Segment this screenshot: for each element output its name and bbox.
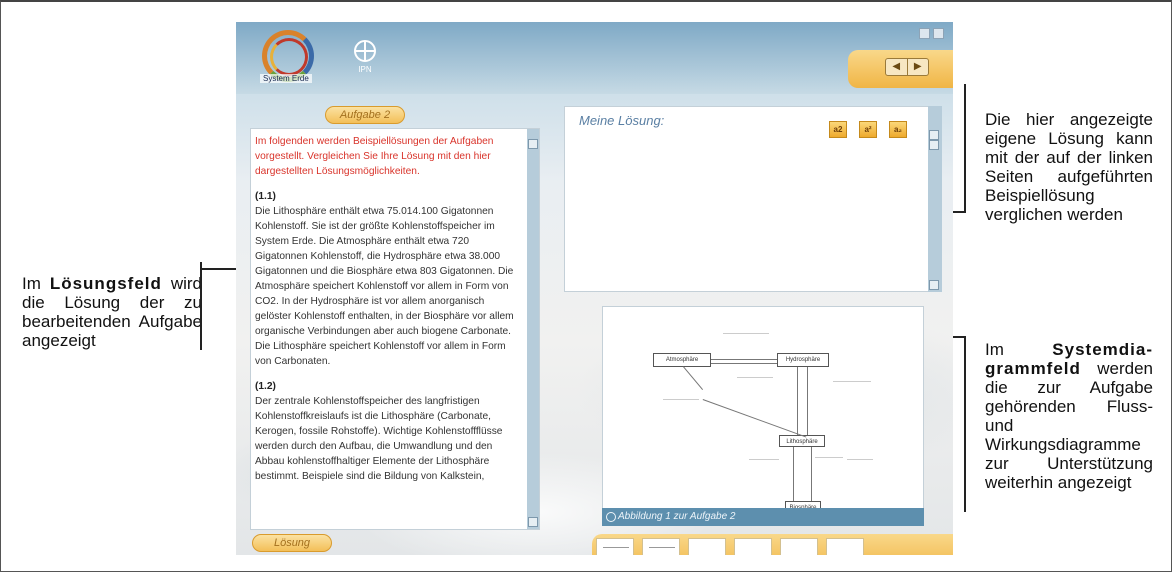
logo-ring-inner-icon <box>270 38 308 76</box>
next-arrow-icon[interactable]: ▶ <box>906 59 929 75</box>
close-button[interactable] <box>933 28 944 39</box>
minimize-button[interactable] <box>919 28 930 39</box>
system-erde-logo: System Erde <box>250 28 346 86</box>
scroll-up-button[interactable] <box>929 130 939 140</box>
diagram-box-lithosphere: Lithosphäre <box>779 435 825 447</box>
diagram-flow-line <box>702 399 807 438</box>
solution-scrollbar[interactable] <box>928 106 942 292</box>
diagram-thumbnail-empty[interactable] <box>826 538 864 555</box>
diagram-flow-label <box>749 459 779 481</box>
annotation-bracket <box>964 84 966 212</box>
system-diagram-field: Atmosphäre Hydrosphäre Lithosphäre Biosp… <box>602 306 924 526</box>
globe-icon <box>354 40 376 62</box>
diagram-flow-label <box>663 399 699 419</box>
diagram-flow-line <box>711 363 777 364</box>
solution-text-panel: Im folgenden werden Beispiellösungen der… <box>250 128 540 530</box>
solution-text: Im folgenden werden Beispiellösungen der… <box>251 129 539 484</box>
ipn-logo: IPN <box>352 40 378 80</box>
scroll-down-button[interactable] <box>528 517 538 527</box>
diagram-box-hydrosphere: Hydrosphäre <box>777 353 829 367</box>
section-text: Die Lithosphäre enthält etwa 75.014.100 … <box>255 206 514 367</box>
text-scrollbar[interactable] <box>527 129 539 529</box>
solution-title: Meine Lösung: <box>579 113 665 128</box>
logo-text: System Erde <box>260 74 312 83</box>
annotation-bracket <box>964 336 966 512</box>
superscript-button[interactable]: a² <box>859 121 877 138</box>
annotation-text: werden die zur Aufgabe gehörenden Fluss-… <box>985 359 1153 492</box>
diagram-flow-line <box>811 447 812 501</box>
subscript-button[interactable]: a₂ <box>889 121 907 138</box>
annotation-compare: Die hier angezeigte eigene Lösung kann m… <box>985 110 1153 224</box>
prev-arrow-icon[interactable]: ◀ <box>886 59 907 75</box>
annotation-bold: Lösungsfeld <box>49 274 162 293</box>
diagram-flow-label <box>815 457 843 481</box>
diagram-flow-label <box>833 381 871 395</box>
diagram-thumbnail-empty[interactable] <box>734 538 772 555</box>
section-heading: (1.2) <box>255 381 276 392</box>
diagram-flow-label <box>737 377 773 393</box>
scroll-down-button[interactable] <box>929 280 939 290</box>
annotation-text: Im <box>22 274 50 293</box>
annotation-bracket <box>200 262 202 350</box>
diagram-flow-line <box>797 367 798 435</box>
section-text: Der zentrale Kohlenstoffspeicher des lan… <box>255 396 503 482</box>
diagram-caption: Abbildung 1 zur Aufgabe 2 <box>602 508 924 526</box>
tab-aufgabe[interactable]: Aufgabe 2 <box>325 106 405 124</box>
section-heading: (1.1) <box>255 191 276 202</box>
normal-format-button[interactable]: a2 <box>829 121 847 138</box>
annotation-solution-field: Im Lösungsfeld wird die Lösung der zu be… <box>22 274 202 350</box>
annotation-text: Im <box>985 340 1053 359</box>
diagram-flow-label <box>847 459 873 479</box>
page-navigation: ◀ ▶ <box>885 58 929 76</box>
intro-text: Im folgenden werden Beispiellösungen der… <box>255 136 494 177</box>
diagram-flow-line <box>807 367 808 435</box>
diagram-box-atmosphere: Atmosphäre <box>653 353 711 367</box>
annotation-system-diagram: Im Systemdia-grammfeld werden die zur Au… <box>985 340 1153 492</box>
thumbnail-preview <box>603 547 629 555</box>
diagram-thumbnail[interactable] <box>596 538 634 555</box>
diagram-flow-line <box>683 366 704 390</box>
diagram-thumbnail-empty[interactable] <box>688 538 726 555</box>
diagram-flow-line <box>793 447 794 501</box>
diagram-flow-line <box>711 359 777 360</box>
diagram-thumbnail-empty[interactable] <box>780 538 818 555</box>
scroll-handle[interactable] <box>929 140 939 150</box>
app-window: System Erde IPN ◀ ▶ Aufgabe 2 Im folgend… <box>236 22 953 555</box>
thumbnail-preview <box>649 547 675 555</box>
diagram-flow-label <box>723 333 769 347</box>
scroll-up-button[interactable] <box>528 139 538 149</box>
my-solution-field[interactable]: Meine Lösung: a2 a² a₂ <box>564 106 934 292</box>
ipn-label: IPN <box>358 65 372 74</box>
loesung-button[interactable]: Lösung <box>252 534 332 552</box>
diagram-thumbnail[interactable] <box>642 538 680 555</box>
